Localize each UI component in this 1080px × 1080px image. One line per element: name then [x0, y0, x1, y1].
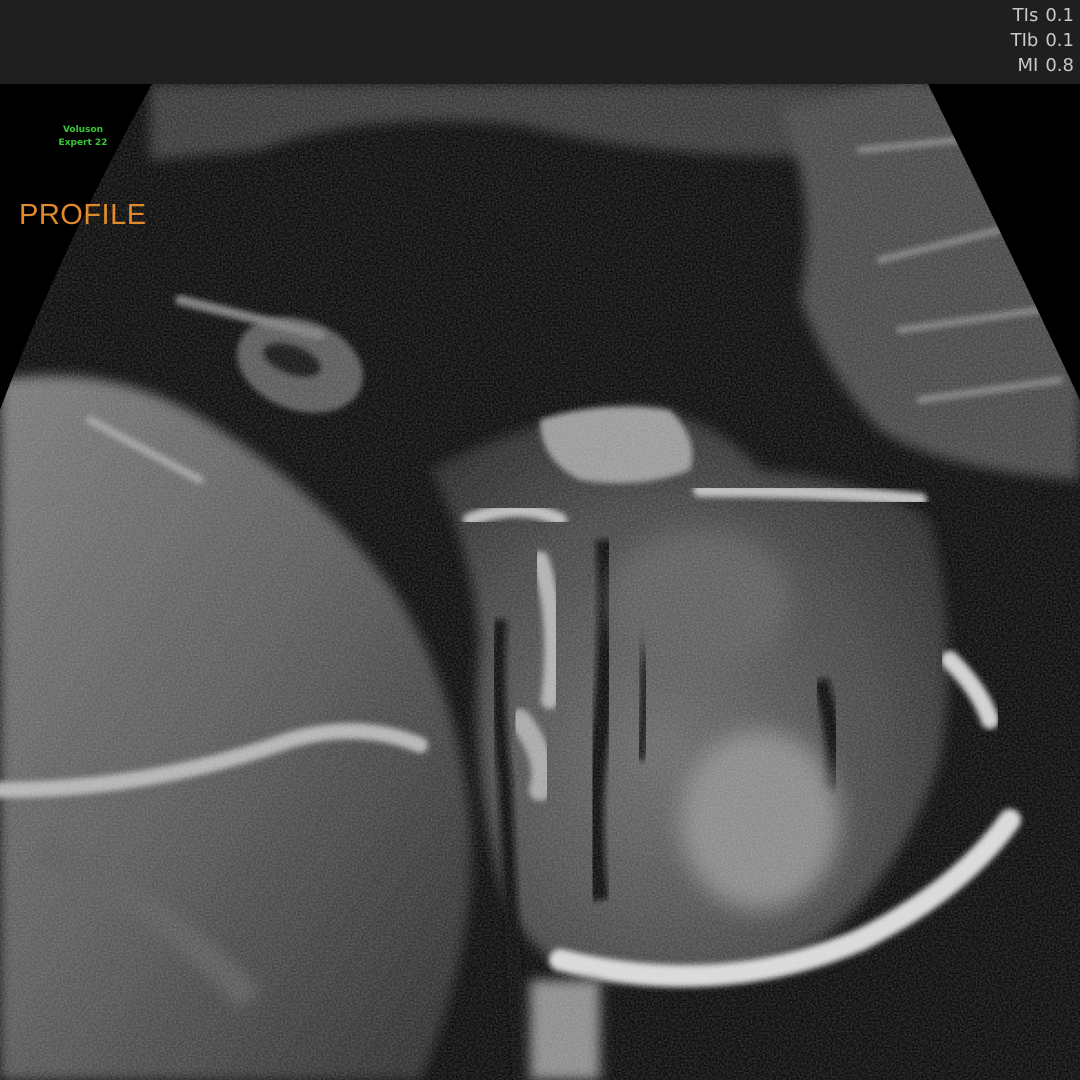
safety-indices: TIs 0.1 TIb 0.1 MI 0.8: [1011, 3, 1074, 78]
tib-value: 0.1: [1045, 30, 1074, 51]
ultrasound-image: [0, 84, 1080, 1080]
mi-label: MI: [1017, 55, 1039, 76]
top-status-bar: TIs 0.1 TIb 0.1 MI 0.8: [0, 0, 1080, 84]
view-annotation-label: PROFILE: [19, 199, 147, 231]
brand-line-1: Voluson: [62, 125, 104, 135]
system-logo: Voluson Expert 22: [58, 124, 108, 150]
tis-label: TIs: [1012, 5, 1039, 26]
mi-index: MI 0.8: [1011, 53, 1074, 78]
tis-index: TIs 0.1: [1011, 3, 1074, 28]
tib-label: TIb: [1010, 30, 1039, 51]
mi-value: 0.8: [1045, 55, 1074, 76]
tib-index: TIb 0.1: [1011, 28, 1074, 53]
ultrasound-screen: TIs 0.1 TIb 0.1 MI 0.8 Voluson Expert 22…: [0, 0, 1080, 1080]
tis-value: 0.1: [1045, 5, 1074, 26]
brand-line-2: Expert 22: [58, 138, 108, 148]
sector-field: [0, 84, 1080, 1080]
